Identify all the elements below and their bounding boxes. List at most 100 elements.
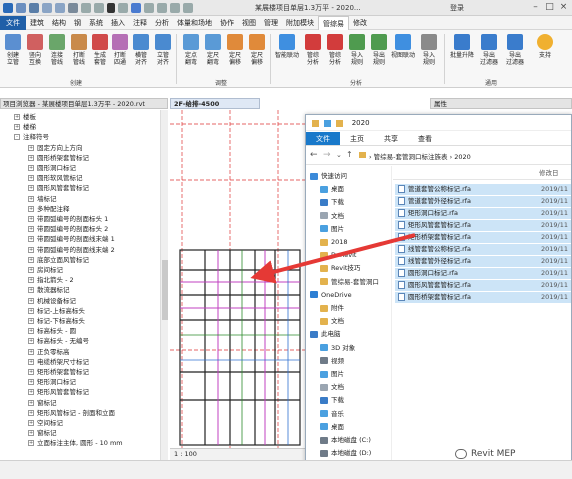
point-bend-button[interactable]: 定点 翻弯 xyxy=(180,34,202,66)
nav-item[interactable]: 附件 xyxy=(320,302,344,314)
open-icon[interactable] xyxy=(16,2,26,13)
smart-link-button[interactable]: 智能联动 xyxy=(274,34,300,59)
expand-toggle-icon[interactable]: + xyxy=(28,287,34,294)
back-arrow-icon[interactable]: ← xyxy=(310,150,318,160)
forward-arrow-icon[interactable]: → xyxy=(323,150,331,160)
expand-toggle-icon[interactable]: + xyxy=(28,175,34,182)
nav-item[interactable]: 文档 xyxy=(320,381,344,393)
tree-item[interactable]: + 散流器标记 xyxy=(28,285,70,295)
tab-architecture[interactable]: 建筑 xyxy=(26,16,48,30)
login-link[interactable]: 登录 xyxy=(450,3,464,13)
nav-item[interactable]: 本地磁盘 (D:) xyxy=(320,447,371,459)
breadcrumb[interactable]: › 管综易-套管洞口标注族表 › 2020 xyxy=(369,151,471,161)
file-row[interactable]: 圆形风管套管标记.rfa 2019/11 xyxy=(395,280,571,291)
nav-item[interactable]: 文档 xyxy=(320,210,344,222)
tree-item[interactable]: + 带圆弧编号的剖面线末端 2 xyxy=(28,245,115,255)
nav-item[interactable]: 下载 xyxy=(320,394,344,406)
close-icon[interactable]: × xyxy=(558,2,569,13)
expand-toggle-icon[interactable]: + xyxy=(28,154,34,161)
switch-windows-icon[interactable] xyxy=(170,2,180,13)
column-header-date[interactable]: 修改日 xyxy=(393,166,571,180)
revit-logo-icon[interactable] xyxy=(3,2,13,13)
recent-chevron-icon[interactable]: ⌄ xyxy=(336,151,342,159)
expand-toggle-icon[interactable]: + xyxy=(14,114,20,120)
file-row[interactable]: 管道套管外径标记.rfa 2019/11 xyxy=(395,196,571,207)
tab-view[interactable]: 视图 xyxy=(238,16,260,30)
tab-annotate[interactable]: 注释 xyxy=(129,16,151,30)
file-row[interactable]: 管道套管公称标记.rfa 2019/11 xyxy=(395,184,571,195)
tab-guanzongyi[interactable]: 管综易 xyxy=(318,15,349,30)
redo-icon[interactable] xyxy=(55,2,65,13)
tree-item[interactable]: + 墙标记 xyxy=(28,194,57,204)
file-row[interactable]: 矩形风管套管标记.rfa 2019/11 xyxy=(395,220,571,231)
tree-item[interactable]: + 窗标记 xyxy=(28,428,57,438)
tab-massing[interactable]: 体量和场地 xyxy=(173,16,216,30)
tree-item[interactable]: + 机械设备标记 xyxy=(28,296,76,306)
tab-analyze[interactable]: 分析 xyxy=(151,16,173,30)
tree-item[interactable]: + 矩形洞口标记 xyxy=(28,377,76,387)
break-pipe-button[interactable]: 打断 管线 xyxy=(68,34,90,66)
batch-lift-button[interactable]: 批量升降 xyxy=(448,34,476,59)
tree-item[interactable]: + 圆形软风管标记 xyxy=(28,173,83,183)
measure-icon[interactable] xyxy=(81,2,91,13)
tree-item[interactable]: + 标记-上标高标头 xyxy=(28,306,85,316)
expand-toggle-icon[interactable]: + xyxy=(28,226,34,233)
tag-icon[interactable] xyxy=(94,2,104,13)
tree-item[interactable]: + 指北箭头 - 2 xyxy=(28,275,74,285)
expand-toggle-icon[interactable]: + xyxy=(28,440,34,447)
expand-toggle-icon[interactable]: + xyxy=(28,277,34,284)
view-tab[interactable]: 2F-给排-4500 xyxy=(170,98,260,109)
expand-toggle-icon[interactable]: + xyxy=(28,358,34,365)
file-explorer-window[interactable]: 2020 文件 主页 共享 查看 ← → ⌄ ↑ › 管综易-套管洞口标注族表 … xyxy=(305,114,572,466)
tree-item[interactable]: + 空间标记 xyxy=(28,418,63,428)
tree-item[interactable]: + 电缆桥架尺寸标记 xyxy=(28,357,89,367)
explorer-tab-share[interactable]: 共享 xyxy=(374,132,408,145)
tab-addins[interactable]: 附加模块 xyxy=(282,16,318,30)
print-icon[interactable] xyxy=(68,2,78,13)
3d-view-icon[interactable] xyxy=(118,2,128,13)
tree-item[interactable]: + 立面标注主体, 圆形 - 10 mm xyxy=(28,438,123,448)
export-rules-button[interactable]: 导出 规则 xyxy=(368,34,390,66)
nav-item[interactable]: OneDrive xyxy=(310,289,352,301)
nav-item[interactable]: 视频 xyxy=(320,355,344,367)
expand-toggle-icon[interactable]: + xyxy=(28,144,34,151)
expand-toggle-icon[interactable]: + xyxy=(28,236,34,243)
file-row[interactable]: 线管套管外径标记.rfa 2019/11 xyxy=(395,256,571,267)
close-hidden-icon[interactable] xyxy=(157,2,167,13)
properties-icon[interactable] xyxy=(324,119,332,127)
undo-icon[interactable] xyxy=(42,2,52,13)
tree-item[interactable]: + 多种配注释 xyxy=(28,204,70,214)
tree-item[interactable]: + 带圆弧编号的剖面标头 1 xyxy=(28,214,108,224)
expand-toggle-icon[interactable]: + xyxy=(28,338,34,345)
tree-item[interactable]: + 圆形洞口标记 xyxy=(28,163,76,173)
expand-toggle-icon[interactable]: + xyxy=(28,389,34,396)
tree-item[interactable]: + 窗标记 xyxy=(28,398,57,408)
tree-item[interactable]: + 带圆弧编号的剖面线末端 1 xyxy=(28,234,115,244)
tree-item[interactable]: + 标记-下标高标头 xyxy=(28,316,85,326)
expand-toggle-icon[interactable]: + xyxy=(28,185,34,192)
tab-file[interactable]: 文件 xyxy=(0,15,26,30)
file-row[interactable]: 矩形桥架套管标记.rfa 2019/11 xyxy=(395,232,571,243)
tree-item[interactable]: + 矩形桥架套管标记 xyxy=(28,367,89,377)
expand-toggle-icon[interactable]: + xyxy=(28,430,34,437)
nav-item[interactable]: 下载 xyxy=(320,196,344,208)
scrollbar-thumb[interactable] xyxy=(162,260,168,320)
nav-item[interactable]: 文档 xyxy=(320,315,344,327)
nav-item[interactable]: 3D 对象 xyxy=(320,342,355,354)
nav-item[interactable]: 图片 xyxy=(320,368,344,380)
explorer-tab-view[interactable]: 查看 xyxy=(408,132,442,145)
expand-toggle-icon[interactable]: + xyxy=(28,409,34,416)
tree-item[interactable]: + 带圆弧编号的剖面标头 2 xyxy=(28,224,108,234)
customize-icon[interactable] xyxy=(183,2,193,13)
explorer-tab-home[interactable]: 主页 xyxy=(340,132,374,145)
file-row[interactable]: 线管套管公称标记.rfa 2019/11 xyxy=(395,244,571,255)
nav-item[interactable]: 音乐 xyxy=(320,408,344,420)
import-rules-2-button[interactable]: 导入 规则 xyxy=(418,34,440,66)
tree-item[interactable]: + 圆形风管套管标记 xyxy=(28,183,89,193)
size-offset-2-button[interactable]: 定尺 偏移 xyxy=(246,34,268,66)
align-riser-button[interactable]: 立管 对齐 xyxy=(152,34,174,66)
nav-item[interactable]: 桌面 xyxy=(320,421,344,433)
nav-item[interactable]: 桌面 xyxy=(320,183,344,195)
expand-toggle-icon[interactable]: + xyxy=(28,307,34,314)
tree-item[interactable]: + 固定方向上方向 xyxy=(28,143,83,153)
